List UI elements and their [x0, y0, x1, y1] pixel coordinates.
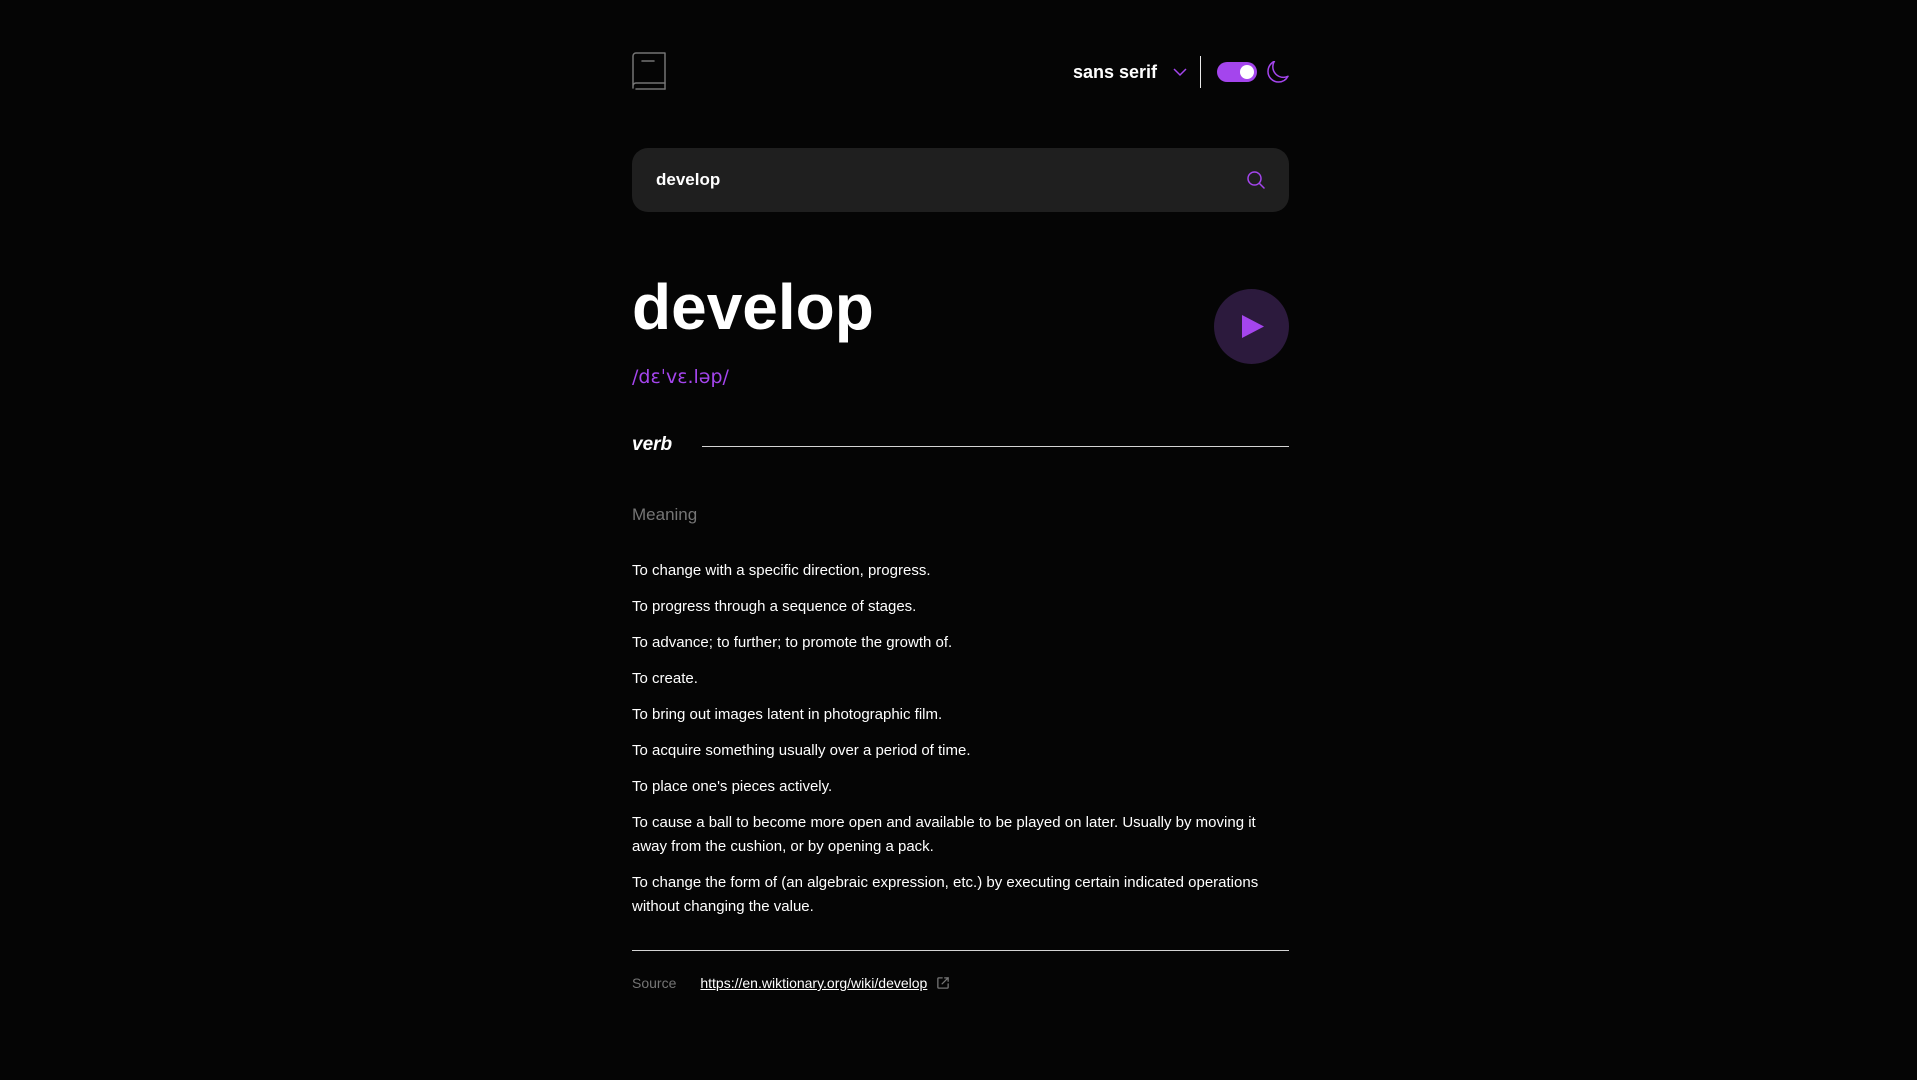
definition-item: To progress through a sequence of stages… [632, 598, 917, 615]
definitions-list: To change with a specific direction, pro… [632, 559, 1289, 931]
footer-divider [632, 950, 1289, 951]
definition-item: To change with a specific direction, pro… [632, 562, 931, 579]
part-of-speech-row: verb [632, 432, 1289, 458]
theme-toggle[interactable] [1217, 62, 1257, 82]
definition-item: To change the form of (an algebraic expr… [632, 874, 1259, 915]
source-link[interactable]: https://en.wiktionary.org/wiki/develop [700, 975, 927, 991]
meaning-label: Meaning [632, 505, 698, 524]
word-title: develop [632, 271, 874, 343]
definition-item: To cause a ball to become more open and … [632, 814, 1256, 855]
search-icon[interactable] [1247, 171, 1265, 189]
play-icon [1242, 315, 1264, 338]
header-divider [1200, 56, 1201, 88]
source-label: Source [632, 975, 677, 991]
search-input[interactable] [656, 148, 1216, 212]
search-bar [632, 148, 1289, 212]
part-of-speech-divider [702, 445, 1289, 447]
definition-item: To advance; to further; to promote the g… [632, 634, 953, 651]
chevron-down-icon [1173, 67, 1187, 76]
dictionary-app: sans serif develop develop /dɛˈvɛ.ləp/ v… [0, 0, 1917, 1080]
font-selector-label: sans serif [1072, 61, 1157, 82]
definition-item: To place one's pieces actively. [632, 778, 833, 795]
toggle-knob [1240, 65, 1254, 79]
moon-icon [1267, 61, 1289, 83]
external-link-icon[interactable] [937, 977, 950, 989]
header-controls: sans serif [1073, 52, 1289, 92]
definition-item: To acquire something usually over a peri… [632, 742, 971, 759]
header: sans serif [632, 52, 1289, 92]
phonetic-text: /dɛˈvɛ.ləp/ [632, 366, 729, 388]
definition-item: To bring out images latent in photograph… [632, 706, 943, 723]
book-icon[interactable] [632, 52, 666, 90]
part-of-speech: verb [632, 434, 673, 455]
source-row: Source https://en.wiktionary.org/wiki/de… [632, 975, 950, 991]
definition-item: To create. [632, 670, 698, 687]
font-selector[interactable]: sans serif [1073, 62, 1187, 83]
play-audio-button[interactable] [1214, 289, 1289, 364]
